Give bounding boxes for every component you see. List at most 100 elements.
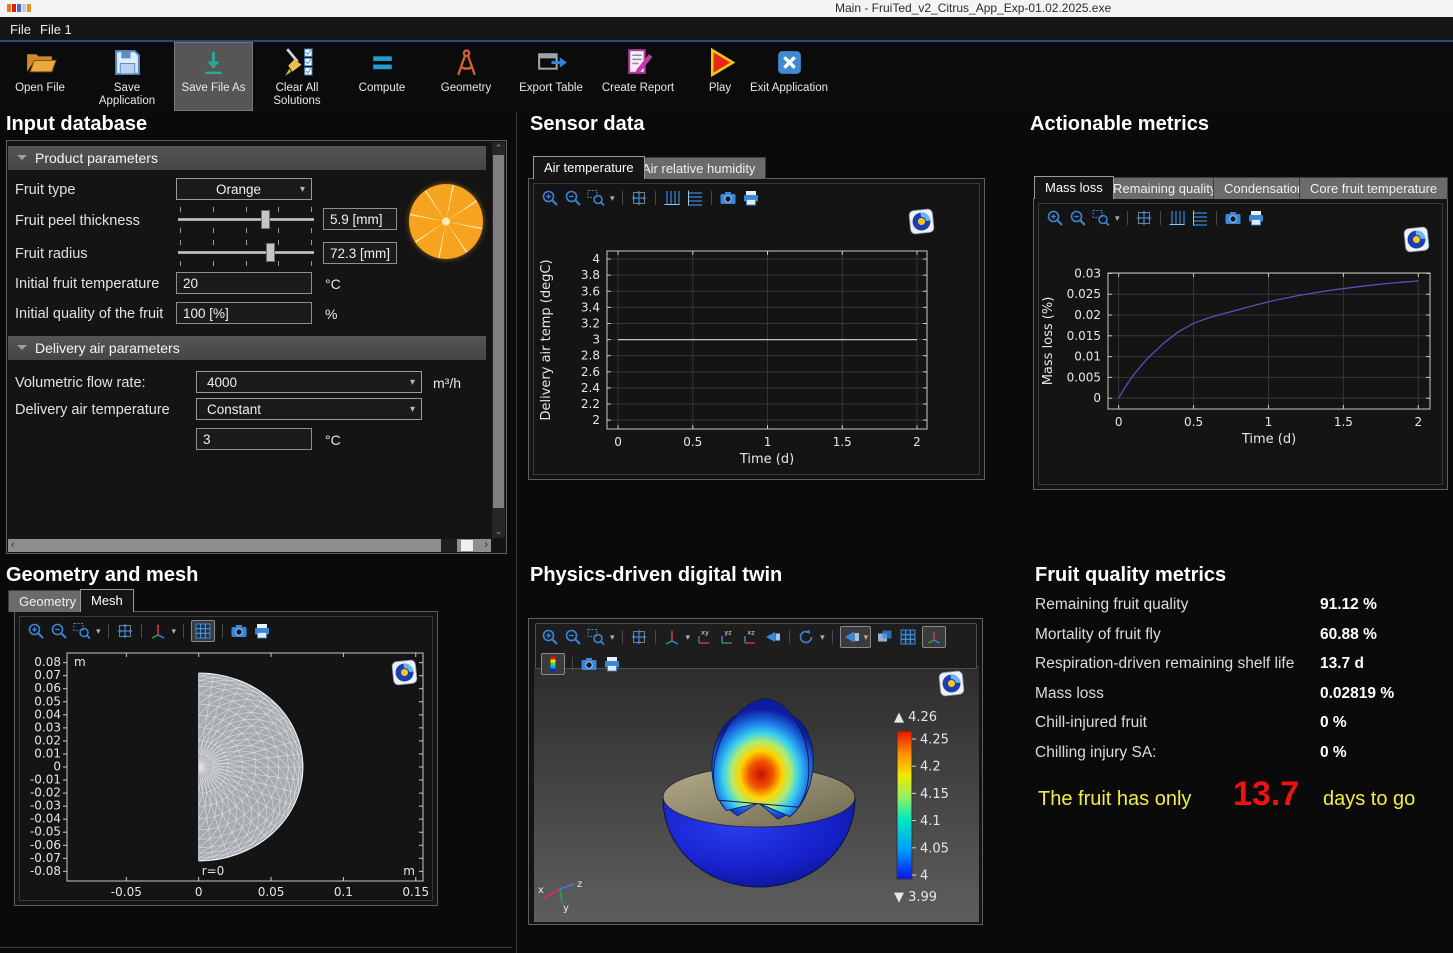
scroll-up-icon[interactable]: ⌃ [492, 143, 505, 154]
zoom-out-icon[interactable] [1069, 209, 1087, 227]
slider-thumb[interactable] [266, 243, 275, 262]
save-file-as-button[interactable]: Save File As [175, 43, 252, 110]
show-axes-toggle[interactable] [922, 626, 946, 648]
zoom-box-icon[interactable] [587, 628, 605, 646]
initial-quality-field[interactable] [176, 302, 312, 324]
menu-file[interactable]: File [6, 20, 35, 39]
x-axis-grid-icon[interactable] [1191, 209, 1209, 227]
comsol-logo [1403, 226, 1430, 253]
tab-mesh[interactable]: Mesh [80, 589, 134, 612]
vertical-scrollbar[interactable]: ⌃ ⌄ [492, 142, 505, 538]
default-view-icon[interactable] [764, 628, 782, 646]
horizontal-scroll-handle[interactable] [461, 540, 473, 551]
zoom-extents-icon[interactable] [116, 622, 134, 640]
zoom-in-icon[interactable] [541, 189, 559, 207]
digital-twin-3d-view[interactable]: 4.254.24.154.14.054▲ 4.26▼ 3.99 xyz [534, 665, 979, 922]
play-button[interactable]: Play [690, 43, 750, 110]
delivery-air-parameters-header[interactable]: Delivery air parameters [8, 336, 486, 360]
fruit-peel-thickness-slider[interactable] [176, 205, 316, 235]
y-axis-grid-icon[interactable] [663, 189, 681, 207]
tab-mass-loss[interactable]: Mass loss [1034, 176, 1114, 199]
scene-grid-icon[interactable] [899, 628, 917, 646]
tab-geometry[interactable]: Geometry [8, 590, 87, 612]
zoom-box-icon[interactable] [73, 622, 91, 640]
fruit-radius-field[interactable] [323, 242, 397, 264]
tab-core-fruit-temperature[interactable]: Core fruit temperature [1299, 177, 1448, 199]
compute-button[interactable]: Compute [341, 43, 423, 110]
delivery-air-temperature-dropdown[interactable]: Constant ▾ [196, 398, 422, 420]
export-table-button[interactable]: Export Table [506, 43, 596, 110]
product-parameters-header[interactable]: Product parameters [8, 146, 486, 170]
clear-all-solutions-button[interactable]: Clear All Solutions [256, 43, 338, 110]
zoom-out-icon[interactable] [564, 189, 582, 207]
transparency-icon[interactable] [876, 628, 894, 646]
open-file-button[interactable]: Open File [2, 43, 78, 110]
scroll-right-icon[interactable]: › [484, 539, 488, 552]
svg-text:-0.06: -0.06 [30, 838, 61, 852]
menu-file-1[interactable]: File 1 [36, 20, 76, 39]
snapshot-icon[interactable] [230, 622, 248, 640]
exit-application-button[interactable]: Exit Application [746, 43, 832, 110]
chevron-down-icon[interactable]: ▾ [864, 632, 869, 643]
chevron-down-icon[interactable]: ▾ [610, 632, 615, 643]
tab-air-relative-humidity[interactable]: Air relative humidity [631, 157, 766, 179]
geometry-button[interactable]: Geometry [425, 43, 507, 110]
zoom-in-icon[interactable] [541, 628, 559, 646]
create-report-button[interactable]: Create Report [594, 43, 682, 110]
view-xz-icon[interactable]: xz [741, 628, 759, 646]
x-axis-grid-icon[interactable] [686, 189, 704, 207]
view-xy-icon[interactable]: xy [695, 628, 713, 646]
zoom-extents-icon[interactable] [1135, 209, 1153, 227]
zoom-extents-icon[interactable] [630, 189, 648, 207]
product-parameters-label: Product parameters [35, 150, 158, 166]
print-icon[interactable] [603, 655, 621, 673]
initial-fruit-temperature-field[interactable] [176, 272, 312, 294]
chevron-down-icon[interactable]: ▾ [820, 632, 825, 643]
create-report-label: Create Report [602, 82, 674, 95]
scene-light-toggle[interactable]: ▾ [840, 626, 872, 648]
rotate-view-icon[interactable] [797, 628, 815, 646]
snapshot-icon[interactable] [719, 189, 737, 207]
y-axis-grid-icon[interactable] [1168, 209, 1186, 227]
zoom-box-icon[interactable] [1092, 209, 1110, 227]
zoom-in-icon[interactable] [1046, 209, 1064, 227]
view-yz-icon[interactable]: yz [718, 628, 736, 646]
scroll-left-icon[interactable]: ‹ [11, 539, 15, 552]
tab-air-temperature[interactable]: Air temperature [533, 156, 645, 179]
fq-row-label: Respiration-driven remaining shelf life [1035, 655, 1294, 673]
zoom-out-icon[interactable] [50, 622, 68, 640]
zoom-box-icon[interactable] [587, 189, 605, 207]
volumetric-flow-rate-dropdown[interactable]: 4000 ▾ [196, 371, 422, 393]
axis-orientation-icon[interactable] [663, 628, 681, 646]
zoom-out-icon[interactable] [564, 628, 582, 646]
snapshot-icon[interactable] [1224, 209, 1242, 227]
slider-thumb[interactable] [261, 210, 270, 229]
axis-orientation-icon[interactable] [149, 622, 167, 640]
zoom-in-icon[interactable] [27, 622, 45, 640]
snapshot-icon[interactable] [580, 655, 598, 673]
scroll-down-icon[interactable]: ⌄ [492, 526, 505, 537]
horizontal-scrollbar[interactable]: ‹ › [8, 539, 491, 552]
chevron-down-icon[interactable]: ▾ [610, 193, 615, 204]
fruit-peel-thickness-field[interactable] [323, 208, 397, 230]
mesh-plot[interactable]: 0.080.070.060.050.040.030.020.010-0.01-0… [21, 641, 433, 903]
chevron-down-icon[interactable]: ▾ [96, 626, 101, 637]
sensor-air-temperature-chart[interactable]: 00.511.5222.22.42.62.833.23.43.63.84Time… [535, 237, 939, 475]
zoom-extents-icon[interactable] [630, 628, 648, 646]
save-application-button[interactable]: Save Application [86, 43, 168, 110]
fruit-type-dropdown[interactable]: Orange ▾ [176, 178, 312, 200]
delivery-air-temp-field[interactable] [196, 428, 312, 450]
show-mesh-toggle[interactable] [191, 620, 215, 642]
actionable-metrics-panel: ▾ 00.511.5200.0050.010.0150.020.0250.03T… [1033, 198, 1448, 490]
print-icon[interactable] [742, 189, 760, 207]
mass-loss-chart[interactable]: 00.511.5200.0050.010.0150.020.0250.03Tim… [1037, 261, 1443, 451]
fruit-radius-slider[interactable] [176, 238, 316, 268]
tab-remaining-quality[interactable]: Remaining quality [1102, 177, 1227, 199]
vertical-scroll-thumb[interactable] [493, 155, 504, 508]
show-legend-toggle[interactable] [541, 653, 565, 675]
print-icon[interactable] [1247, 209, 1265, 227]
chevron-down-icon[interactable]: ▾ [172, 626, 177, 637]
print-icon[interactable] [253, 622, 271, 640]
chevron-down-icon[interactable]: ▾ [686, 632, 691, 643]
chevron-down-icon[interactable]: ▾ [1115, 213, 1120, 224]
